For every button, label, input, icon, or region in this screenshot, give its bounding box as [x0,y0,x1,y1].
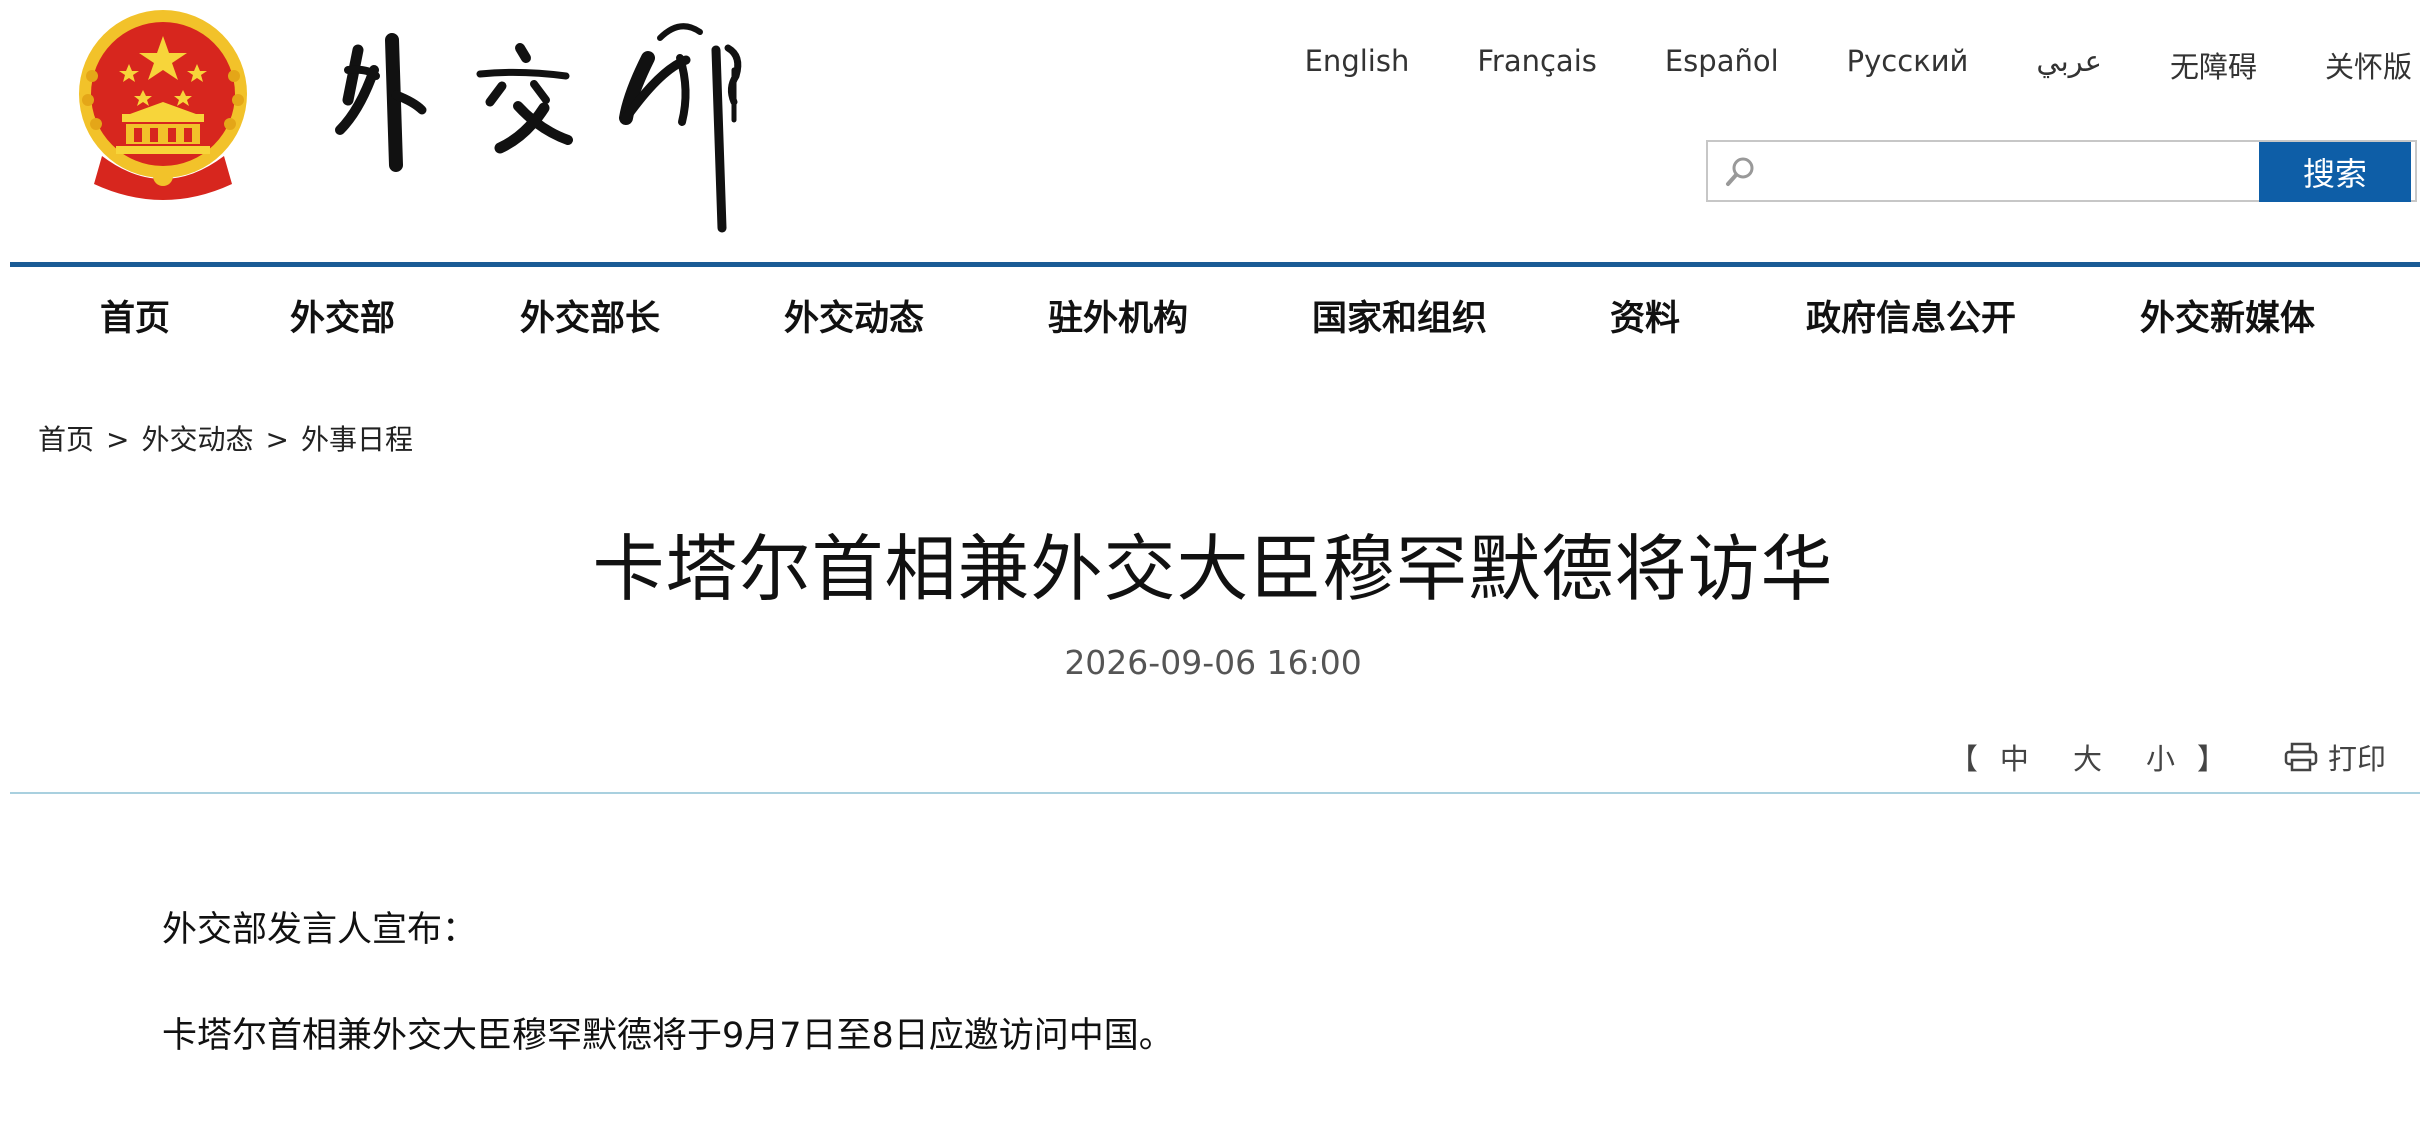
font-size-bracket-close: 】 [2196,742,2226,776]
nav-new-media[interactable]: 外交新媒体 [2140,290,2315,341]
article-title: 卡塔尔首相兼外交大臣穆罕默德将访华 [592,527,1834,611]
language-switcher: English Français Español Русский عربي 无障… [1237,44,2412,86]
article-date: 2026-09-06 16:00 [1064,643,1362,682]
print-icon [2284,742,2318,772]
breadcrumb-separator: > [106,423,130,456]
content-divider [10,792,2420,794]
lang-french[interactable]: Français [1477,44,1597,86]
article-paragraph: 卡塔尔首相兼外交大臣穆罕默德将于9月7日至8日应邀访问中国。 [162,1016,1174,1056]
article-paragraph: 外交部发言人宣布： [162,910,478,950]
article-body: 外交部发言人宣布： 卡塔尔首相兼外交大臣穆罕默德将于9月7日至8日应邀访问中国。 [162,902,2312,1114]
nav-missions-abroad[interactable]: 驻外机构 [1048,290,1188,341]
font-size-medium-button[interactable]: 中 [2000,736,2029,778]
breadcrumb-schedule[interactable]: 外事日程 [301,423,413,456]
font-size-small-button[interactable]: 小 [2146,736,2175,778]
article-tools: 【 中 大 小 】 打印 [1949,736,2386,778]
font-size-bracket-open: 【 [1948,742,1978,776]
nav-materials[interactable]: 资料 [1610,290,1680,341]
national-emblem-logo[interactable] [72,6,254,202]
search-button[interactable]: 搜索 [2259,142,2411,202]
nav-diplomatic-news[interactable]: 外交动态 [784,290,924,341]
print-button[interactable]: 打印 [2284,736,2386,778]
lang-english[interactable]: English [1305,44,1410,86]
nav-home[interactable]: 首页 [100,290,170,341]
nav-ministry[interactable]: 外交部 [290,290,395,341]
search-icon [1726,157,1754,186]
lang-arabic[interactable]: عربي [2036,44,2102,86]
nav-divider [10,262,2420,267]
nav-government-info[interactable]: 政府信息公开 [1806,290,2016,341]
nav-countries-organizations[interactable]: 国家和组织 [1312,290,1487,341]
breadcrumb-separator: > [265,423,289,456]
calligraphy-logo[interactable] [330,10,790,235]
search-input[interactable] [1768,142,2292,202]
font-size-large-button[interactable]: 大 [2073,736,2102,778]
main-nav: 首页 外交部 外交部长 外交动态 驻外机构 国家和组织 资料 政府信息公开 外交… [10,290,2420,350]
breadcrumb-home[interactable]: 首页 [38,423,94,456]
lang-russian[interactable]: Русский [1847,44,1969,86]
print-label: 打印 [2327,742,2386,776]
breadcrumb: 首页 > 外交动态 > 外事日程 [38,418,413,458]
breadcrumb-diplomatic-news[interactable]: 外交动态 [141,423,253,456]
nav-minister[interactable]: 外交部长 [520,290,660,341]
lang-spanish[interactable]: Español [1665,44,1779,86]
lang-care-mode[interactable]: 关怀版 [2325,44,2412,86]
lang-accessibility[interactable]: 无障碍 [2170,44,2257,86]
